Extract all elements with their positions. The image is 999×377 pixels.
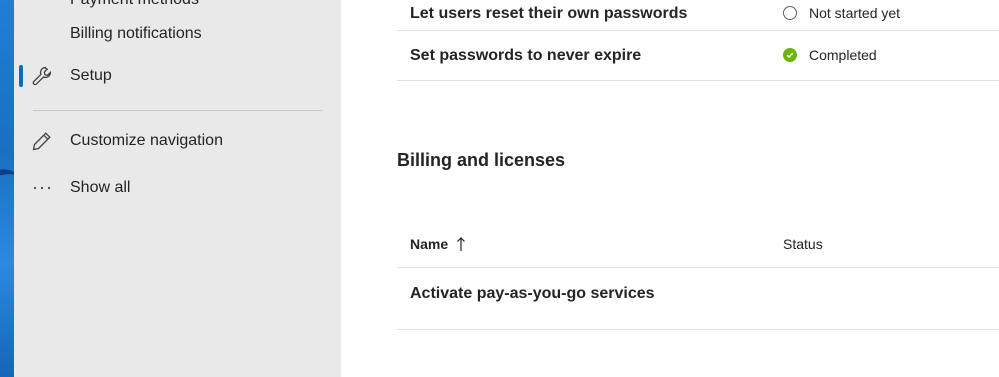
table-row[interactable]: Set passwords to never expire Completed	[397, 31, 999, 81]
column-header-name[interactable]: Name	[410, 236, 466, 252]
row-name: Activate pay-as-you-go services	[410, 285, 655, 302]
column-header-name-label: Name	[410, 236, 449, 252]
sidebar-item-setup[interactable]: Setup	[14, 56, 341, 96]
column-header-status[interactable]: Status	[783, 236, 823, 252]
sidebar-item-label: Customize navigation	[70, 132, 223, 149]
table-row[interactable]: Activate pay-as-you-go services	[397, 268, 999, 330]
pencil-icon	[31, 130, 53, 152]
row-name: Set passwords to never expire	[410, 47, 642, 64]
wrench-icon	[31, 65, 53, 87]
active-indicator	[19, 65, 23, 87]
sidebar-item-label: Billing notifications	[70, 25, 202, 42]
row-status: Completed	[783, 47, 877, 63]
table-header: Name Status	[397, 222, 999, 268]
status-text: Not started yet	[809, 5, 901, 21]
main-content: Let users reset their own passwords Not …	[341, 0, 999, 377]
sidebar-item-label: Payment methods	[70, 0, 199, 9]
status-text: Completed	[809, 47, 877, 63]
sidebar-divider	[33, 110, 322, 111]
sidebar-item-customize-navigation[interactable]: Customize navigation	[14, 121, 341, 161]
table-row[interactable]: Let users reset their own passwords Not …	[397, 0, 999, 31]
row-name: Let users reset their own passwords	[410, 5, 688, 22]
desktop-background	[0, 0, 14, 377]
desktop-wallpaper-swoosh	[0, 164, 14, 206]
completed-check-icon	[783, 48, 797, 62]
sidebar-item-label: Setup	[70, 67, 112, 84]
sidebar-item-show-all[interactable]: Show all	[14, 168, 341, 208]
ellipsis-icon	[31, 177, 53, 199]
sidebar: Payment methods Billing notifications Se…	[14, 0, 341, 377]
sidebar-item-label: Show all	[70, 179, 131, 196]
section-title: Billing and licenses	[397, 150, 566, 170]
arrow-up-icon	[456, 236, 466, 252]
sidebar-item-billing-notifications[interactable]: Billing notifications	[14, 14, 341, 54]
not-started-icon	[783, 6, 797, 20]
row-status: Not started yet	[783, 5, 900, 21]
